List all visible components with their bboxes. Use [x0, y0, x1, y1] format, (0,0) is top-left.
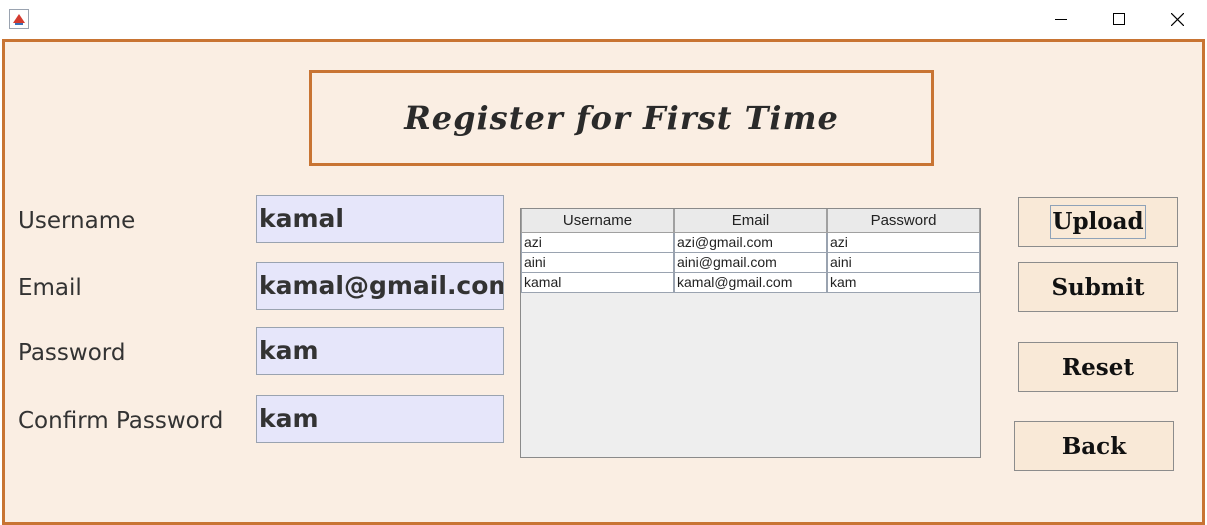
upload-button-label: Upload	[1050, 205, 1146, 239]
email-field[interactable]: kamal@gmail.com	[256, 262, 504, 310]
confirm-password-label: Confirm Password	[18, 408, 224, 434]
password-label: Password	[18, 340, 126, 366]
table-cell-password[interactable]: azi	[827, 233, 980, 253]
confirm-password-field[interactable]: kam	[256, 395, 504, 443]
table-header: Username Email Password	[521, 209, 980, 233]
java-app-icon	[9, 9, 29, 29]
title-box: Register for First Time	[309, 70, 934, 166]
table-row[interactable]: aini aini@gmail.com aini	[521, 253, 980, 273]
table-cell-password[interactable]: kam	[827, 273, 980, 293]
minimize-button[interactable]	[1032, 0, 1090, 38]
email-label: Email	[18, 275, 82, 301]
table-cell-username[interactable]: kamal	[521, 273, 674, 293]
maximize-icon	[1113, 13, 1125, 25]
table-cell-email[interactable]: kamal@gmail.com	[674, 273, 827, 293]
window-titlebar	[0, 0, 1207, 38]
column-header-username[interactable]: Username	[521, 209, 674, 233]
table-row[interactable]: kamal kamal@gmail.com kam	[521, 273, 980, 293]
reset-button[interactable]: Reset	[1018, 342, 1178, 392]
back-button[interactable]: Back	[1014, 421, 1174, 471]
table-cell-password[interactable]: aini	[827, 253, 980, 273]
register-panel: Register for First Time Username kamal E…	[2, 39, 1205, 525]
password-field[interactable]: kam	[256, 327, 504, 375]
column-header-password[interactable]: Password	[827, 209, 980, 233]
username-label: Username	[18, 208, 136, 234]
close-icon	[1170, 12, 1184, 26]
upload-button[interactable]: Upload	[1018, 197, 1178, 247]
table-cell-email[interactable]: aini@gmail.com	[674, 253, 827, 273]
username-field[interactable]: kamal	[256, 195, 504, 243]
minimize-icon	[1055, 19, 1067, 20]
table-cell-email[interactable]: azi@gmail.com	[674, 233, 827, 253]
table-cell-username[interactable]: azi	[521, 233, 674, 253]
table-row[interactable]: azi azi@gmail.com azi	[521, 233, 980, 253]
column-header-email[interactable]: Email	[674, 209, 827, 233]
maximize-button[interactable]	[1090, 0, 1148, 38]
table-cell-username[interactable]: aini	[521, 253, 674, 273]
submit-button[interactable]: Submit	[1018, 262, 1178, 312]
table-body: azi azi@gmail.com azi aini aini@gmail.co…	[521, 233, 980, 293]
users-table[interactable]: Username Email Password azi azi@gmail.co…	[520, 208, 981, 458]
close-button[interactable]	[1148, 0, 1206, 38]
page-title: Register for First Time	[404, 99, 839, 137]
